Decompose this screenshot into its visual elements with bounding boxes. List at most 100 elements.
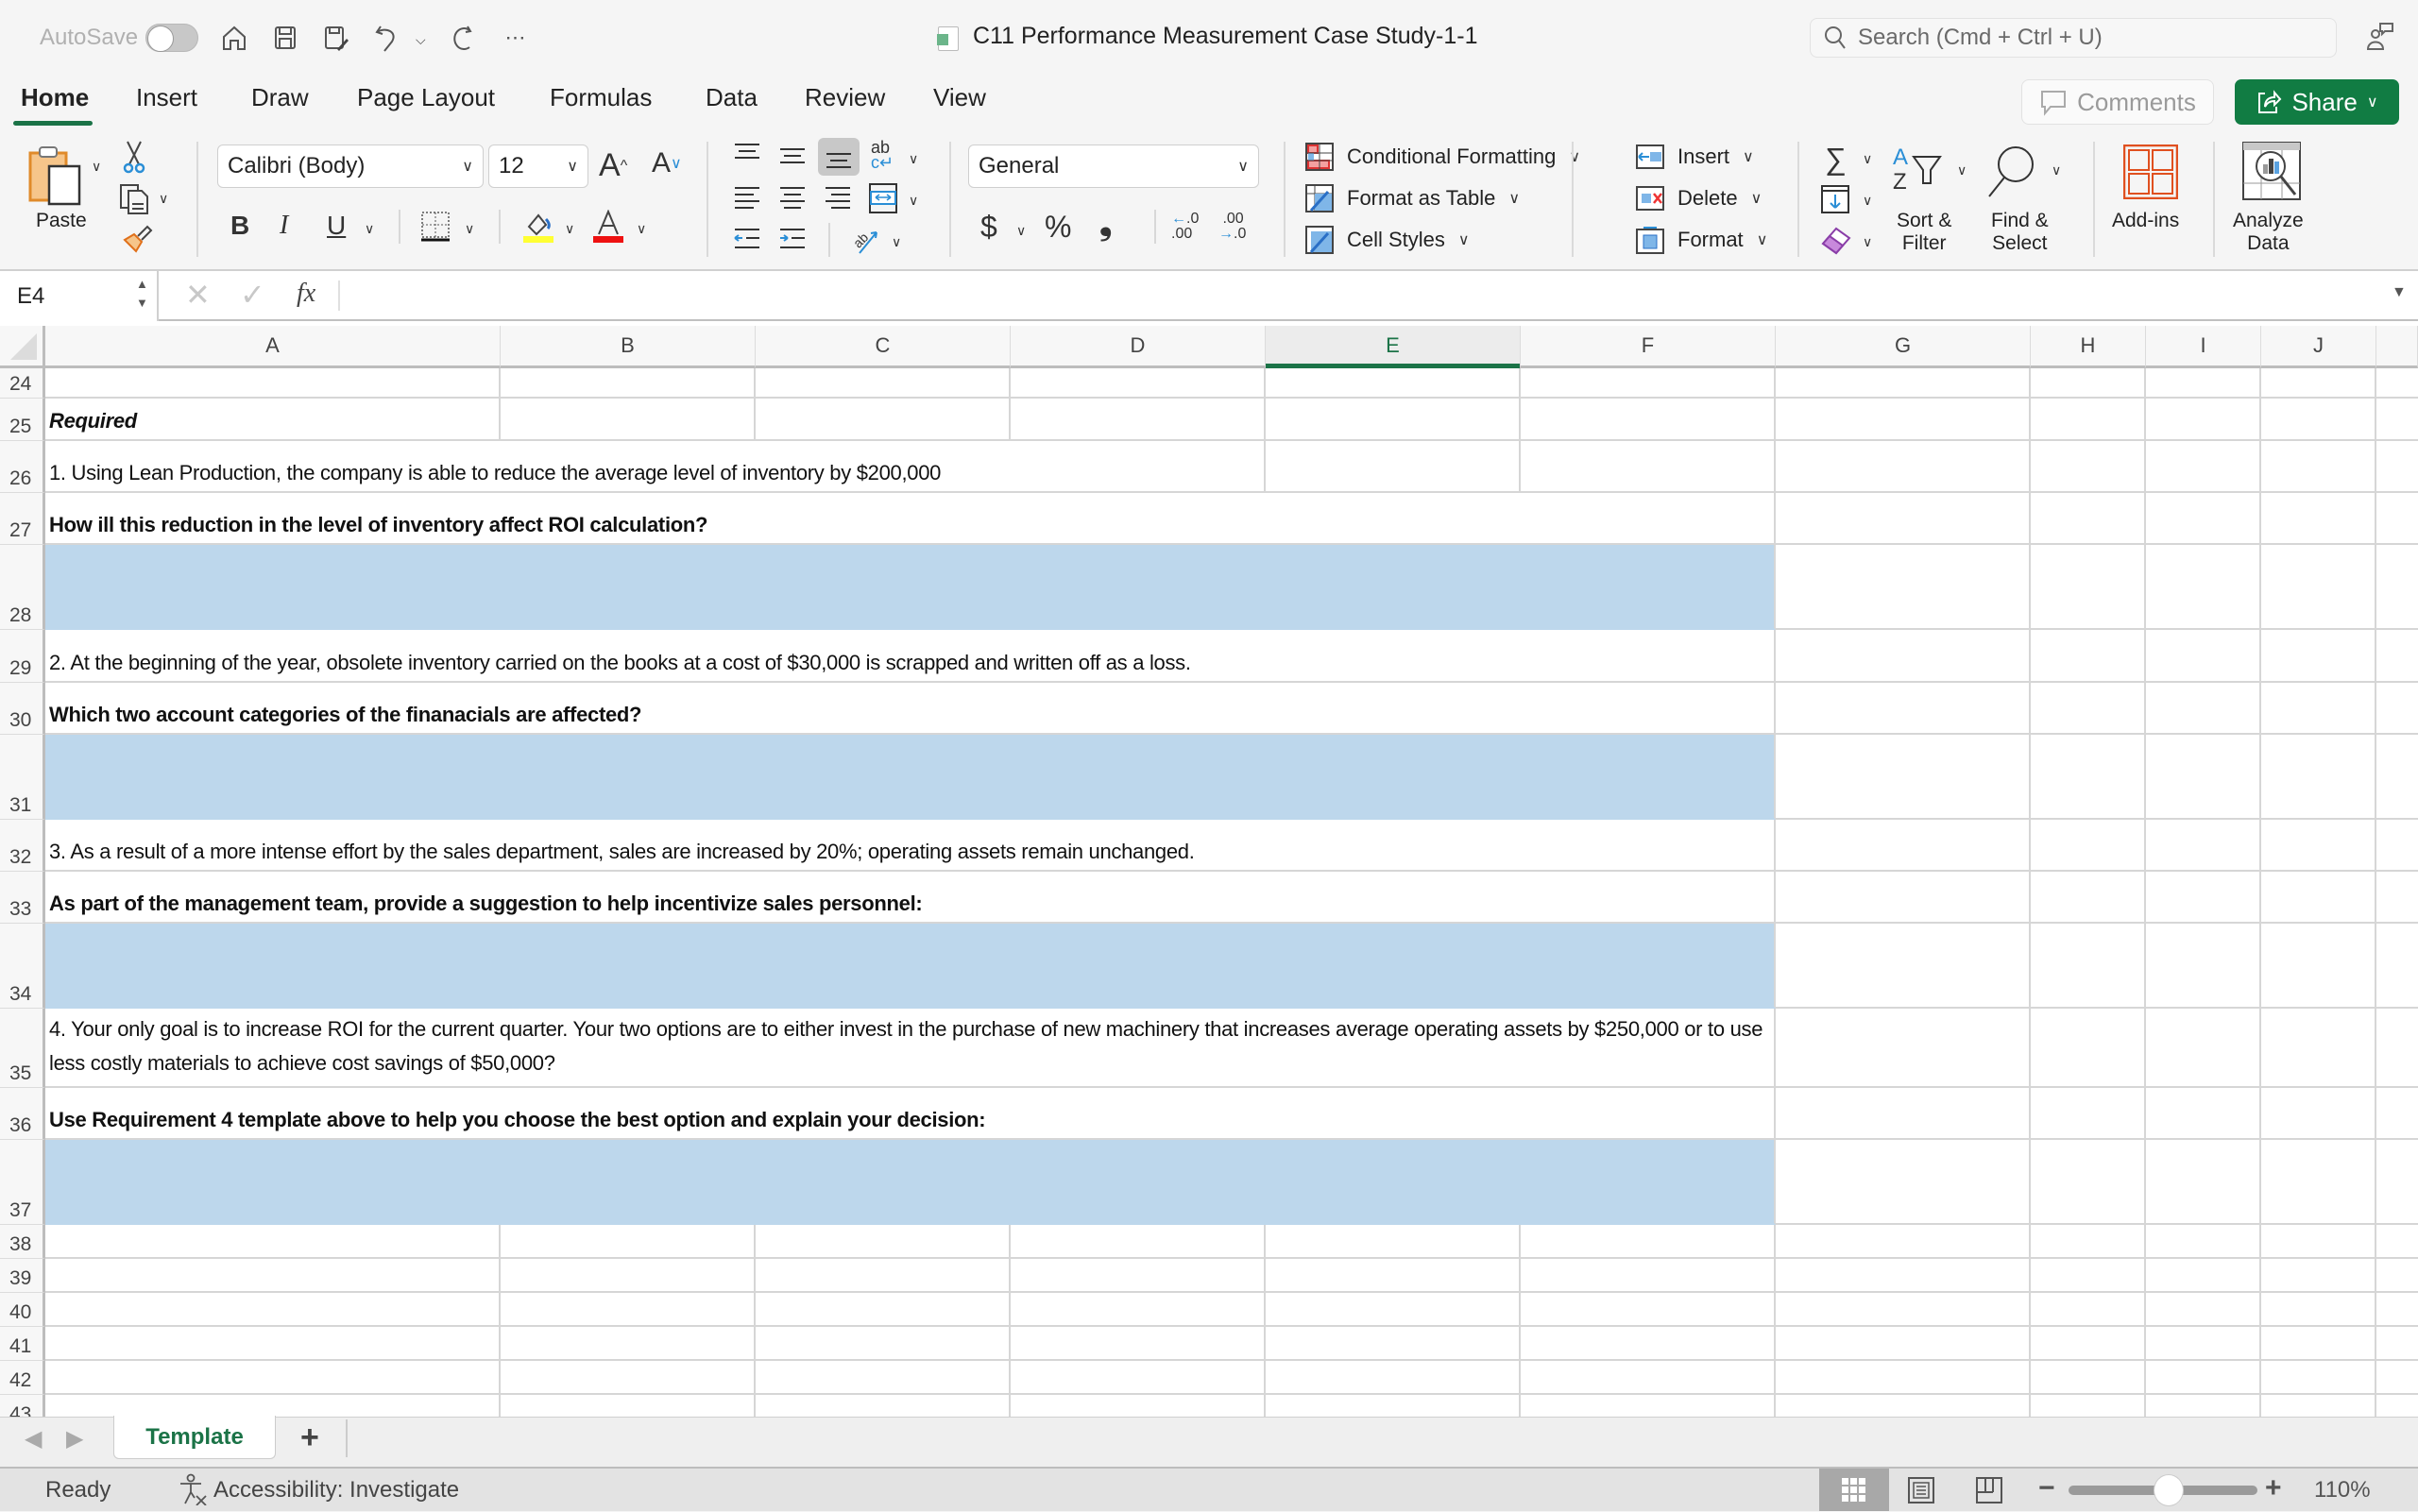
cell[interactable] [1521,1293,1776,1327]
cell[interactable] [756,1225,1011,1259]
cell[interactable] [756,1293,1011,1327]
cell[interactable] [2031,924,2146,1009]
share-button[interactable]: Share ∨ [2235,79,2399,125]
cell[interactable] [2146,368,2261,399]
percent-button[interactable]: % [1045,210,1071,245]
cell[interactable] [2376,1088,2418,1140]
cell[interactable] [45,1327,501,1361]
cell[interactable] [2376,1293,2418,1327]
cell[interactable] [2146,1088,2261,1140]
cell[interactable] [501,368,756,399]
increase-indent-icon[interactable] [778,227,807,256]
row-header-24[interactable]: 24 [0,368,45,399]
cell[interactable] [2376,368,2418,399]
format-painter-icon[interactable] [121,223,153,260]
cell[interactable] [45,1225,501,1259]
cell[interactable] [2031,735,2146,820]
cell[interactable] [501,1361,756,1395]
cell[interactable] [1266,1259,1521,1293]
cell[interactable] [2376,1395,2418,1417]
sort-filter-icon[interactable]: AZ [1893,144,1946,201]
cell[interactable] [2261,1259,2376,1293]
cancel-entry-icon[interactable]: ✕ [185,277,211,313]
clear-icon[interactable] [1821,225,1851,260]
expand-formula-bar-icon[interactable]: ▼ [2392,284,2407,301]
tab-formulas[interactable]: Formulas [550,83,652,112]
cell[interactable] [1776,683,2031,735]
cell[interactable] [2376,441,2418,493]
tab-review[interactable]: Review [805,83,885,112]
row-header-38[interactable]: 38 [0,1225,45,1259]
orientation-icon[interactable]: ab [850,223,882,260]
cell-a24[interactable] [45,368,501,399]
find-select-chevron-icon[interactable]: ∨ [2052,162,2061,178]
fill-color-dropdown-chevron-icon[interactable]: ∨ [565,221,574,237]
row-header-35[interactable]: 35 [0,1009,45,1088]
underline-button[interactable]: U [327,211,346,241]
align-bottom-button[interactable] [818,138,860,176]
delete-cells-button[interactable]: Delete ∨ [1636,181,1762,215]
cell[interactable] [2146,735,2261,820]
row-header-36[interactable]: 36 [0,1088,45,1140]
name-box[interactable]: E4 ▲ ▼ [0,271,159,321]
cell[interactable] [1266,1361,1521,1395]
cell[interactable] [2376,683,2418,735]
cell[interactable] [2146,872,2261,924]
column-header-b[interactable]: B [501,326,756,368]
cell[interactable] [2146,1259,2261,1293]
zoom-in-button[interactable]: + [2265,1472,2282,1504]
answer-cell-34[interactable] [45,924,1776,1009]
previous-sheet-icon[interactable]: ◀ [25,1425,42,1453]
cell[interactable] [2261,1088,2376,1140]
column-header-c[interactable]: C [756,326,1011,368]
cell[interactable] [501,1259,756,1293]
cell[interactable] [2031,1293,2146,1327]
next-sheet-icon[interactable]: ▶ [66,1425,83,1453]
question-cell-30[interactable]: Which two account categories of the fina… [45,683,1776,735]
wrap-text-icon[interactable]: ab c↵ [871,139,894,171]
zoom-out-button[interactable]: − [2038,1472,2055,1504]
formula-input[interactable] [346,271,2376,319]
cell[interactable] [2376,735,2418,820]
row-header-25[interactable]: 25 [0,399,45,441]
cell[interactable] [2146,1361,2261,1395]
add-sheet-button[interactable]: + [300,1419,319,1456]
cell[interactable] [2031,630,2146,683]
cell[interactable] [2376,1009,2418,1088]
row-header-43[interactable]: 43 [0,1395,45,1417]
cell[interactable] [1521,1259,1776,1293]
cell[interactable] [2261,683,2376,735]
row-header-41[interactable]: 41 [0,1327,45,1361]
cell[interactable] [1521,1327,1776,1361]
cell[interactable] [2146,1327,2261,1361]
clear-dropdown-chevron-icon[interactable]: ∨ [1863,234,1872,250]
align-right-icon[interactable] [824,185,852,214]
answer-cell-31[interactable] [45,735,1776,820]
cell[interactable] [2261,399,2376,441]
cell[interactable] [1521,368,1776,399]
cell[interactable] [501,399,756,441]
row-header-31[interactable]: 31 [0,735,45,820]
cell[interactable] [1266,1293,1521,1327]
fill-dropdown-chevron-icon[interactable]: ∨ [1863,193,1872,209]
cell[interactable] [2031,1259,2146,1293]
cell[interactable] [1011,1259,1266,1293]
find-select-icon[interactable] [1985,144,2038,205]
cell[interactable] [2031,1140,2146,1225]
cell[interactable] [1011,1361,1266,1395]
addins-label[interactable]: Add-ins [2112,210,2179,232]
cell[interactable] [2261,1327,2376,1361]
cell[interactable] [2146,545,2261,630]
cell[interactable] [1521,1225,1776,1259]
row-header-26[interactable]: 26 [0,441,45,493]
question-cell-36[interactable]: Use Requirement 4 template above to help… [45,1088,1776,1140]
answer-cell-37[interactable] [45,1140,1776,1225]
cell[interactable] [2031,1395,2146,1417]
increase-font-size-icon[interactable]: A ^ [599,147,627,184]
cell[interactable] [2376,630,2418,683]
cell[interactable] [2031,1009,2146,1088]
search-input[interactable]: Search (Cmd + Ctrl + U) [1810,18,2337,58]
zoom-slider-thumb[interactable] [2154,1474,2184,1506]
row-header-40[interactable]: 40 [0,1293,45,1327]
cell[interactable] [1776,1088,2031,1140]
